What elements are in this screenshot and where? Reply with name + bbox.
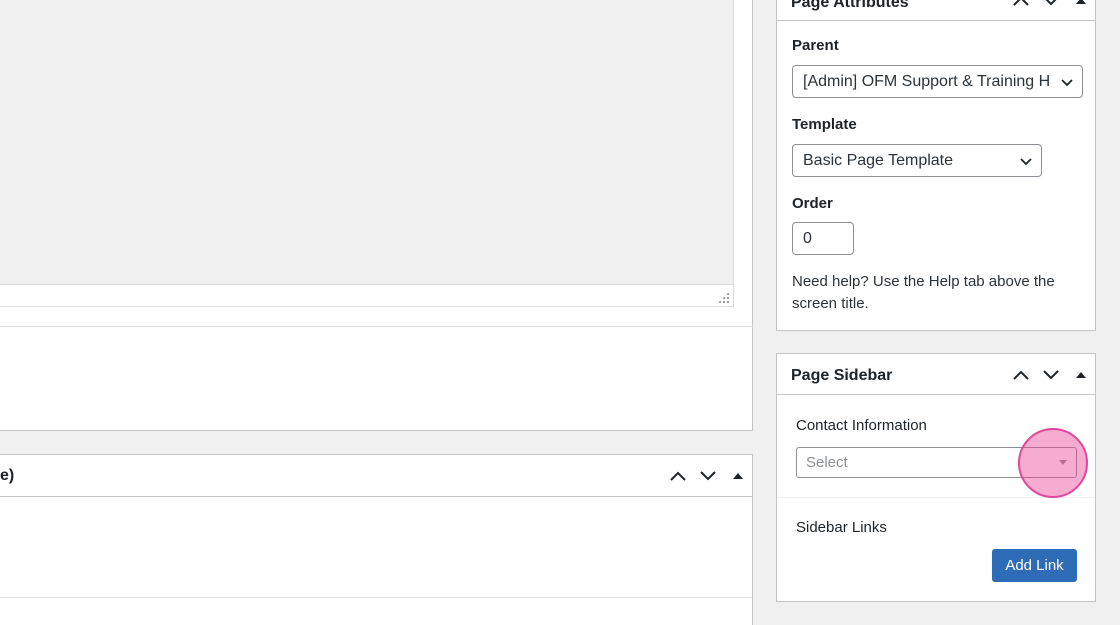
chevron-up-icon: [670, 471, 686, 481]
triangle-up-icon: [733, 473, 743, 479]
move-up-button[interactable]: [1006, 357, 1036, 393]
order-label: Order: [792, 195, 833, 212]
move-down-button[interactable]: [1036, 357, 1066, 393]
page-sidebar-box: Page Sidebar Contact Information Select …: [776, 353, 1096, 602]
add-link-button[interactable]: Add Link: [992, 549, 1077, 582]
chevron-down-icon: [1061, 79, 1073, 87]
divider: [0, 326, 753, 327]
toggle-panel-button[interactable]: [723, 458, 753, 494]
move-down-button[interactable]: [693, 458, 723, 494]
content-editor-panel: [0, 0, 753, 431]
page-attributes-header: Page Attributes: [777, 0, 1095, 21]
page-attributes-handle-actions: [1006, 0, 1096, 21]
parent-select[interactable]: [Admin] OFM Support & Training H: [792, 65, 1083, 98]
content-editor-textarea[interactable]: [0, 0, 734, 285]
chevron-up-icon: [1013, 370, 1029, 380]
contact-select-placeholder: Select: [806, 454, 848, 471]
page-attributes-title: Page Attributes: [791, 0, 909, 11]
editor-statusbar: [0, 285, 734, 307]
contact-information-label: Contact Information: [796, 417, 927, 434]
template-select[interactable]: Basic Page Template: [792, 144, 1042, 177]
caret-down-icon: [1059, 460, 1067, 465]
move-up-button[interactable]: [663, 458, 693, 494]
page-sidebar-header: Page Sidebar: [777, 354, 1095, 395]
help-text: Need help? Use the Help tab above the sc…: [792, 273, 1055, 312]
metabox-title: e): [0, 467, 15, 484]
toggle-panel-button[interactable]: [1066, 0, 1096, 19]
chevron-down-icon: [1045, 0, 1057, 6]
move-down-button[interactable]: [1036, 0, 1066, 19]
template-select-value: Basic Page Template: [803, 152, 954, 169]
metabox-lower: e): [0, 454, 753, 625]
parent-label: Parent: [792, 37, 839, 54]
metabox-header: e): [0, 455, 752, 497]
chevron-up-icon: [1013, 0, 1029, 6]
metabox-handle-actions: [663, 455, 753, 497]
triangle-up-icon: [1076, 371, 1086, 378]
chevron-down-icon: [1043, 369, 1059, 379]
divider: [777, 497, 1095, 498]
chevron-down-icon: [1020, 158, 1032, 166]
contact-information-select[interactable]: Select: [796, 447, 1077, 478]
page-sidebar-title: Page Sidebar: [791, 367, 893, 384]
sidebar-links-label: Sidebar Links: [796, 519, 887, 536]
page-attributes-box: Page Attributes Parent [Admin] OFM Suppo…: [776, 0, 1096, 331]
template-label: Template: [792, 116, 857, 133]
toggle-panel-button[interactable]: [1066, 357, 1096, 393]
page-sidebar-handle-actions: [1006, 354, 1096, 395]
divider: [0, 597, 752, 598]
parent-select-value: [Admin] OFM Support & Training H: [803, 73, 1051, 90]
triangle-up-icon: [1076, 0, 1086, 4]
chevron-down-icon: [700, 471, 716, 481]
move-up-button[interactable]: [1006, 0, 1036, 19]
order-input[interactable]: 0: [792, 222, 854, 255]
resize-handle-icon[interactable]: [718, 292, 729, 303]
